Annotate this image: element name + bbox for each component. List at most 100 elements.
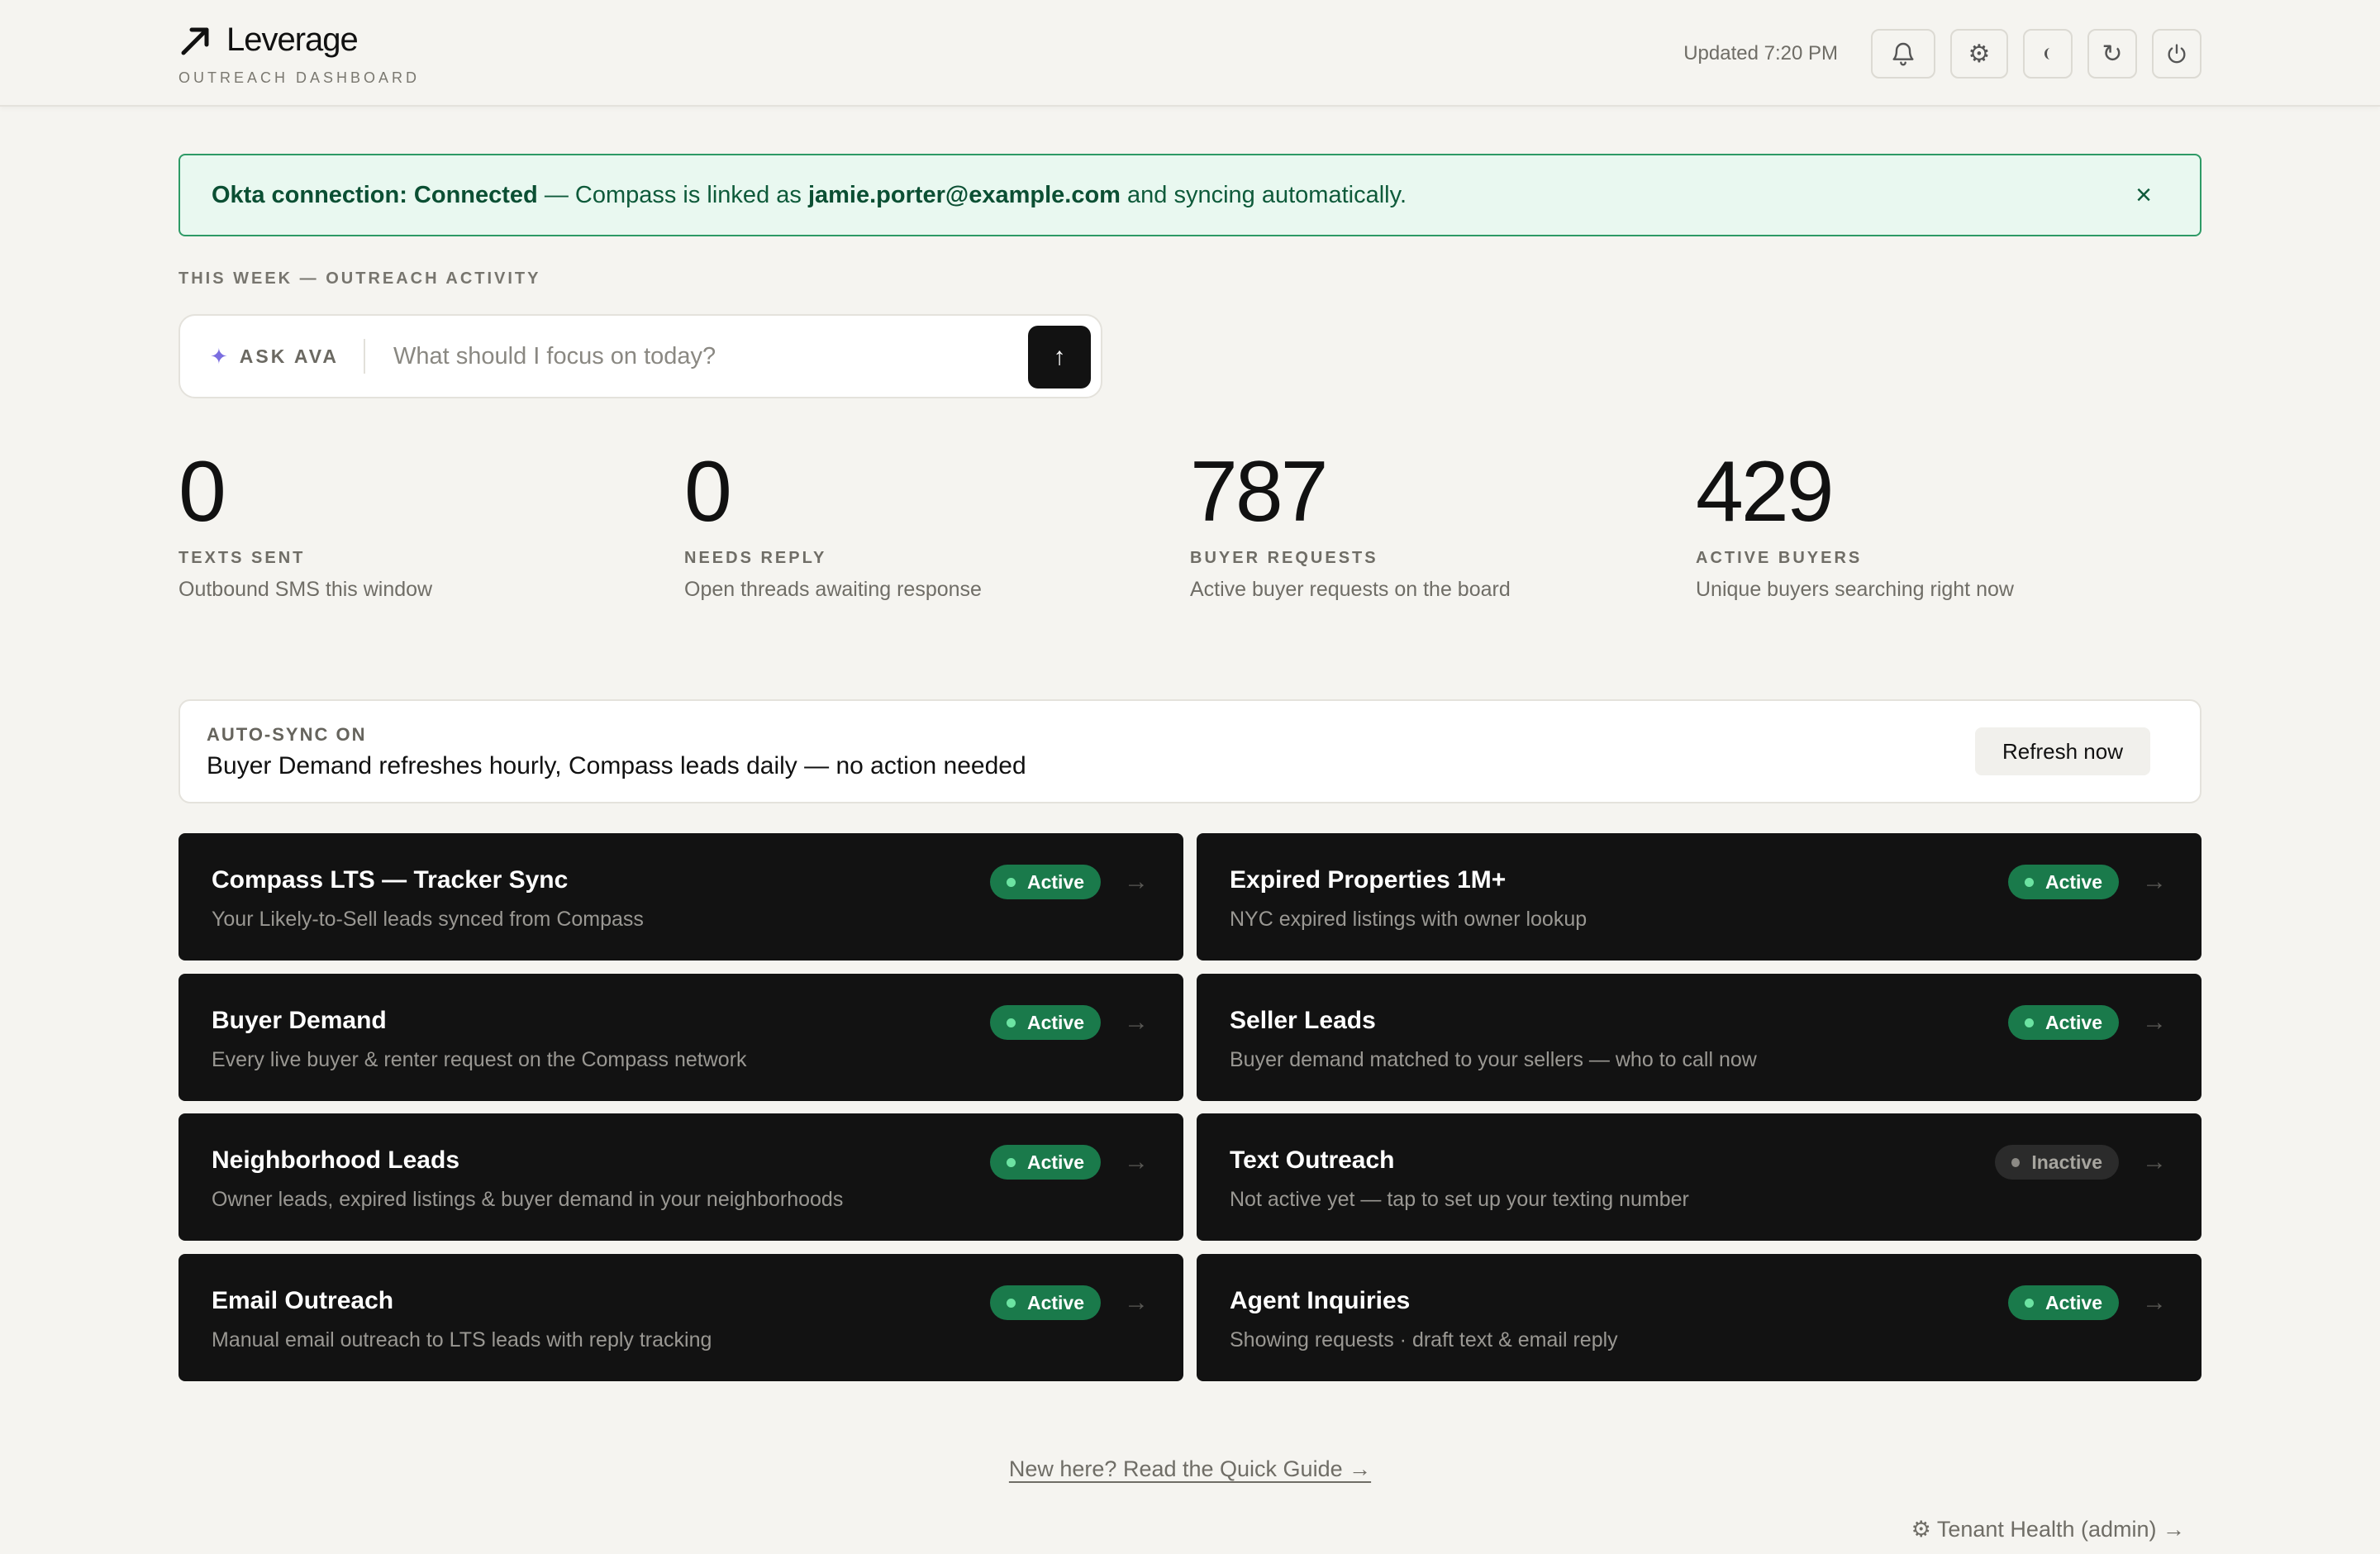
card-description: Not active yet — tap to set up your text…: [1230, 1188, 1689, 1211]
status-text: Active: [1026, 1291, 1084, 1313]
arrow-right-icon[interactable]: →: [2142, 1289, 2167, 1317]
arrow-up-icon: ↑: [1053, 343, 1066, 370]
card-description: Your Likely-to-Sell leads synced from Co…: [212, 908, 644, 931]
notifications-button[interactable]: [1871, 29, 1935, 79]
divider: [364, 339, 366, 374]
stat-description: Open threads awaiting response: [684, 578, 982, 601]
section-label: THIS WEEK — OUTREACH ACTIVITY: [178, 269, 541, 288]
close-icon[interactable]: ×: [2129, 179, 2159, 211]
status-dot: [2025, 1298, 2034, 1308]
banner-status: Okta connection: Connected: [212, 181, 538, 208]
status-dot: [1007, 1018, 1016, 1027]
updated-timestamp: Updated 7:20 PM: [1683, 42, 1838, 64]
settings-button[interactable]: ⚙: [1950, 29, 2008, 79]
stat-description: Active buyer requests on the board: [1190, 578, 1511, 601]
card-title: Expired Properties 1M+: [1230, 866, 1507, 894]
card-expired-properties[interactable]: Expired Properties 1M+ NYC expired listi…: [1197, 833, 2202, 961]
brand-subtitle: OUTREACH DASHBOARD: [178, 69, 421, 86]
arrow-right-icon[interactable]: →: [1124, 868, 1149, 896]
banner-middle: — Compass is linked as: [537, 181, 808, 208]
stat-description: Unique buyers searching right now: [1696, 578, 2014, 601]
auto-sync-panel: AUTO-SYNC ON Buyer Demand refreshes hour…: [178, 699, 2202, 803]
power-button[interactable]: [2152, 29, 2202, 79]
banner-email: jamie.porter@example.com: [807, 181, 1121, 208]
card-neighborhood-leads[interactable]: Neighborhood Leads Owner leads, expired …: [178, 1113, 1183, 1241]
ask-ava-bar: ✦ ASK AVA ↑: [178, 314, 1102, 398]
quick-guide-link[interactable]: New here? Read the Quick Guide →: [1009, 1456, 1371, 1481]
status-badge: Active: [990, 1285, 1101, 1320]
stat-texts-sent: 0 TEXTS SENT Outbound SMS this window: [178, 446, 432, 602]
card-title: Buyer Demand: [212, 1007, 387, 1034]
card-buyer-demand[interactable]: Buyer Demand Every live buyer & renter r…: [178, 974, 1183, 1101]
auto-sync-text: Buyer Demand refreshes hourly, Compass l…: [207, 752, 1026, 779]
arrow-right-icon[interactable]: →: [2142, 1008, 2167, 1037]
arrow-right-icon[interactable]: →: [1124, 1008, 1149, 1037]
stat-value: 787: [1190, 444, 1329, 540]
half-moon-icon: [2044, 48, 2050, 60]
stat-label: NEEDS REPLY: [684, 549, 827, 567]
stat-label: ACTIVE BUYERS: [1696, 549, 1863, 567]
card-description: NYC expired listings with owner lookup: [1230, 908, 1587, 931]
stat-value: 0: [684, 444, 732, 540]
ask-ava-input[interactable]: [393, 342, 1022, 370]
card-seller-leads[interactable]: Seller Leads Buyer demand matched to you…: [1197, 974, 2202, 1101]
status-dot: [2025, 877, 2034, 887]
status-badge: Active: [2008, 865, 2119, 899]
card-text-outreach[interactable]: Text Outreach Not active yet — tap to se…: [1197, 1113, 2202, 1241]
top-header: Leverage OUTREACH DASHBOARD Updated 7:20…: [0, 0, 2380, 107]
theme-toggle-button[interactable]: [2023, 29, 2073, 79]
card-description: Buyer demand matched to your sellers — w…: [1230, 1048, 1757, 1071]
status-badge: Active: [990, 1145, 1101, 1180]
card-email-outreach[interactable]: Email Outreach Manual email outreach to …: [178, 1254, 1183, 1381]
gear-icon: ⚙: [1968, 40, 1991, 68]
card-description: Showing requests · draft text & email re…: [1230, 1328, 1618, 1351]
arrow-right-icon[interactable]: →: [2142, 1148, 2167, 1176]
stat-description: Outbound SMS this window: [178, 578, 433, 601]
okta-connection-banner: Okta connection: Connected — Compass is …: [178, 154, 2202, 236]
status-dot: [2011, 1157, 2021, 1167]
stat-value: 429: [1696, 444, 1835, 540]
quick-guide-row: New here? Read the Quick Guide →: [0, 1456, 2380, 1482]
banner-suffix: and syncing automatically.: [1120, 181, 1407, 208]
card-title: Email Outreach: [212, 1287, 394, 1314]
arrow-right-icon[interactable]: →: [2142, 868, 2167, 896]
stat-label: TEXTS SENT: [178, 549, 306, 567]
card-description: Manual email outreach to LTS leads with …: [212, 1328, 712, 1351]
card-title: Neighborhood Leads: [212, 1146, 459, 1174]
stat-needs-reply: 0 NEEDS REPLY Open threads awaiting resp…: [684, 446, 982, 602]
refresh-now-button[interactable]: Refresh now: [1975, 727, 2150, 775]
status-text: Active: [1026, 870, 1084, 893]
banner-message: Okta connection: Connected — Compass is …: [212, 182, 1407, 209]
status-badge: Active: [990, 865, 1101, 899]
send-button[interactable]: ↑: [1028, 326, 1091, 388]
card-description: Every live buyer & renter request on the…: [212, 1048, 747, 1071]
status-dot: [2025, 1018, 2034, 1027]
arrow-right-icon[interactable]: →: [1124, 1289, 1149, 1317]
status-text: Active: [2044, 1291, 2102, 1313]
card-title: Text Outreach: [1230, 1146, 1395, 1174]
card-title: Compass LTS — Tracker Sync: [212, 866, 569, 894]
refresh-button[interactable]: ↻: [2087, 29, 2137, 79]
brand-name: Leverage: [226, 21, 359, 58]
arrow-right-icon[interactable]: →: [1124, 1148, 1149, 1176]
stat-label: BUYER REQUESTS: [1190, 549, 1378, 567]
status-dot: [1007, 1298, 1016, 1308]
status-dot: [1007, 1157, 1016, 1167]
ask-ava-label: ASK AVA: [239, 345, 340, 367]
card-title: Agent Inquiries: [1230, 1287, 1411, 1314]
power-icon: [2168, 44, 2186, 64]
stat-value: 0: [178, 444, 226, 540]
bell-icon: [1892, 42, 1914, 66]
tenant-health-link[interactable]: ⚙ Tenant Health (admin) →: [1911, 1517, 2185, 1542]
stat-active-buyers: 429 ACTIVE BUYERS Unique buyers searchin…: [1696, 446, 2014, 602]
status-badge: Active: [2008, 1005, 2119, 1040]
card-compass-lts[interactable]: Compass LTS — Tracker Sync Your Likely-t…: [178, 833, 1183, 961]
status-text: Active: [1026, 1011, 1084, 1033]
status-badge: Active: [990, 1005, 1101, 1040]
status-text: Inactive: [2031, 1151, 2102, 1173]
card-agent-inquiries[interactable]: Agent Inquiries Showing requests · draft…: [1197, 1254, 2202, 1381]
status-badge: Active: [2008, 1285, 2119, 1320]
brand[interactable]: Leverage: [178, 21, 359, 59]
sparkle-icon: ✦: [210, 343, 228, 369]
status-text: Active: [1026, 1151, 1084, 1173]
